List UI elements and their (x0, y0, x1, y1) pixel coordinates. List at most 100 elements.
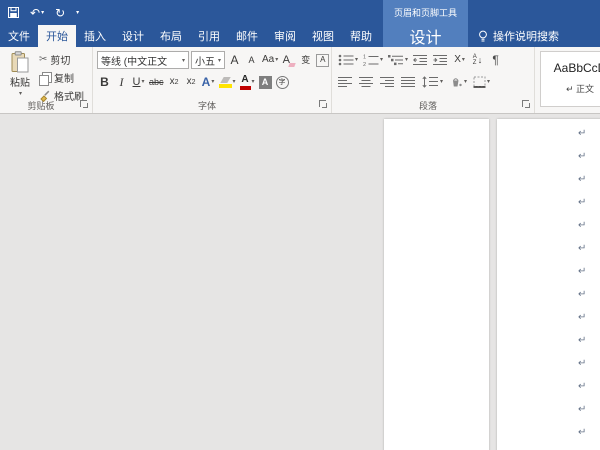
style-name: ↵ 正文 (541, 82, 600, 95)
align-left-icon (338, 76, 353, 88)
align-center-button[interactable] (358, 73, 375, 91)
tab-help[interactable]: 帮助 (342, 25, 380, 47)
style-sample-text: AaBbCcD (541, 61, 600, 75)
tab-home[interactable]: 开始 (38, 25, 76, 47)
borders-icon (473, 76, 486, 88)
chevron-down-icon: ▾ (275, 57, 278, 63)
increase-indent-button[interactable] (432, 51, 449, 69)
save-button[interactable] (8, 7, 19, 18)
sort-icon: AZ ↓ (473, 54, 483, 66)
multilevel-list-icon (388, 54, 404, 66)
paragraph-group: ▾ 12 ▾ ▾ (332, 47, 535, 113)
bullets-icon (338, 54, 354, 66)
font-dialog-launcher[interactable] (319, 100, 328, 109)
font-size-select[interactable]: 小五 ▾ (191, 51, 225, 69)
tab-references[interactable]: 引用 (190, 25, 228, 47)
tab-layout[interactable]: 布局 (152, 25, 190, 47)
tab-mailings[interactable]: 邮件 (228, 25, 266, 47)
tab-header-footer-design[interactable]: 设计 (383, 25, 468, 47)
tab-view[interactable]: 视图 (304, 25, 342, 47)
bullets-button[interactable]: ▾ (337, 51, 359, 69)
shrink-font-button[interactable]: A (244, 51, 259, 69)
tab-insert[interactable]: 插入 (76, 25, 114, 47)
show-hide-marks-button[interactable]: ¶ (488, 51, 503, 69)
sort-button[interactable]: AZ ↓ (470, 51, 485, 69)
enclose-characters-icon: 字 (276, 76, 289, 89)
change-case-button[interactable]: Aa ▾ (261, 51, 279, 69)
align-left-button[interactable] (337, 73, 354, 91)
clipboard-small-buttons: ✂ 剪切 复制 格式刷 (39, 52, 84, 103)
paint-bucket-icon (449, 76, 463, 88)
text-effects-icon: A (202, 76, 211, 88)
paragraph-mark: ↵ (578, 398, 586, 421)
copy-button[interactable]: 复制 (39, 70, 84, 85)
borders-button[interactable]: ▾ (472, 73, 491, 91)
phonetic-guide-button[interactable]: 变 (298, 51, 313, 69)
chevron-down-icon: ▾ (462, 57, 465, 63)
style-normal-chip[interactable]: AaBbCcD ↵ 正文 (540, 51, 600, 107)
justify-button[interactable] (400, 73, 417, 91)
tab-review[interactable]: 审阅 (266, 25, 304, 47)
font-color-button[interactable]: A ▾ (239, 73, 256, 91)
paragraph-dialog-launcher[interactable] (522, 100, 531, 109)
chevron-down-icon: ▾ (252, 79, 255, 85)
align-right-button[interactable] (379, 73, 396, 91)
paragraph-mark: ↵ (578, 329, 586, 352)
paragraph-marks: ↵↵↵↵↵↵↵↵↵↵↵↵↵↵↵ (578, 122, 586, 450)
clipboard-dialog-launcher[interactable] (80, 100, 89, 109)
cut-button[interactable]: ✂ 剪切 (39, 52, 84, 67)
font-group: 等线 (中文正文 ▾ 小五 ▾ A A Aa ▾ A 变 (93, 47, 332, 113)
character-shading-icon: A (259, 76, 272, 89)
page-2[interactable]: ↵↵↵↵↵↵↵↵↵↵↵↵↵↵↵ (497, 119, 600, 450)
page-1[interactable] (384, 119, 489, 450)
chevron-down-icon: ▾ (487, 79, 490, 85)
line-spacing-icon (422, 76, 439, 88)
repeat-button[interactable]: ↻ (55, 7, 65, 19)
strikethrough-button[interactable]: abc (148, 73, 165, 91)
superscript-button[interactable]: x2 (184, 73, 199, 91)
asian-layout-button[interactable]: X ▾ (452, 51, 467, 69)
decrease-indent-icon (413, 54, 428, 66)
text-effects-button[interactable]: A ▾ (201, 73, 216, 91)
multilevel-list-button[interactable]: ▾ (387, 51, 409, 69)
paragraph-mark: ↵ (578, 191, 586, 214)
tab-file[interactable]: 文件 (0, 25, 38, 47)
paragraph-mark: ↵ (578, 375, 586, 398)
quick-access-toolbar: ↶ ▾ ↻ ▾ (8, 0, 79, 25)
font-name-value: 等线 (中文正文 (101, 53, 181, 68)
character-border-button[interactable]: A (315, 51, 330, 69)
font-name-select[interactable]: 等线 (中文正文 ▾ (97, 51, 189, 69)
numbering-button[interactable]: 12 ▾ (362, 51, 384, 69)
cut-label: 剪切 (50, 52, 70, 67)
paragraph-row-1: ▾ 12 ▾ ▾ (337, 51, 503, 69)
shading-button[interactable]: ▾ (448, 73, 468, 91)
styles-group: AaBbCcD ↵ 正文 (535, 47, 600, 113)
italic-button[interactable]: I (114, 73, 129, 91)
paragraph-mark: ↵ (578, 260, 586, 283)
underline-button[interactable]: U ▾ (131, 73, 146, 91)
subscript-button[interactable]: x2 (167, 73, 182, 91)
decrease-indent-button[interactable] (412, 51, 429, 69)
paragraph-group-label: 段落 (332, 99, 524, 112)
bold-button[interactable]: B (97, 73, 112, 91)
font-row-2: B I U ▾ abc x2 x2 A ▾ (97, 73, 290, 91)
paragraph-mark: ↵ (578, 444, 586, 450)
grow-font-button[interactable]: A (227, 51, 242, 69)
line-spacing-button[interactable]: ▾ (421, 73, 444, 91)
chevron-down-icon: ▾ (218, 57, 221, 64)
undo-button[interactable]: ↶ ▾ (30, 7, 44, 19)
qat-customize-button[interactable]: ▾ (76, 10, 79, 16)
clear-formatting-button[interactable]: A (281, 51, 296, 69)
paragraph-mark: ↵ (578, 122, 586, 145)
enclose-characters-button[interactable]: 字 (275, 73, 290, 91)
paragraph-mark: ↵ (578, 421, 586, 444)
chevron-down-icon: ▾ (464, 79, 467, 85)
chevron-down-icon: ▾ (355, 57, 358, 63)
undo-icon: ↶ (30, 7, 40, 19)
chevron-down-icon: ▾ (233, 79, 236, 85)
tab-design[interactable]: 设计 (114, 25, 152, 47)
character-shading-button[interactable]: A (258, 73, 273, 91)
underline-icon: U (133, 77, 141, 88)
tell-me-search[interactable]: 操作说明搜索 (478, 25, 559, 47)
text-highlight-button[interactable]: ▾ (218, 73, 237, 91)
